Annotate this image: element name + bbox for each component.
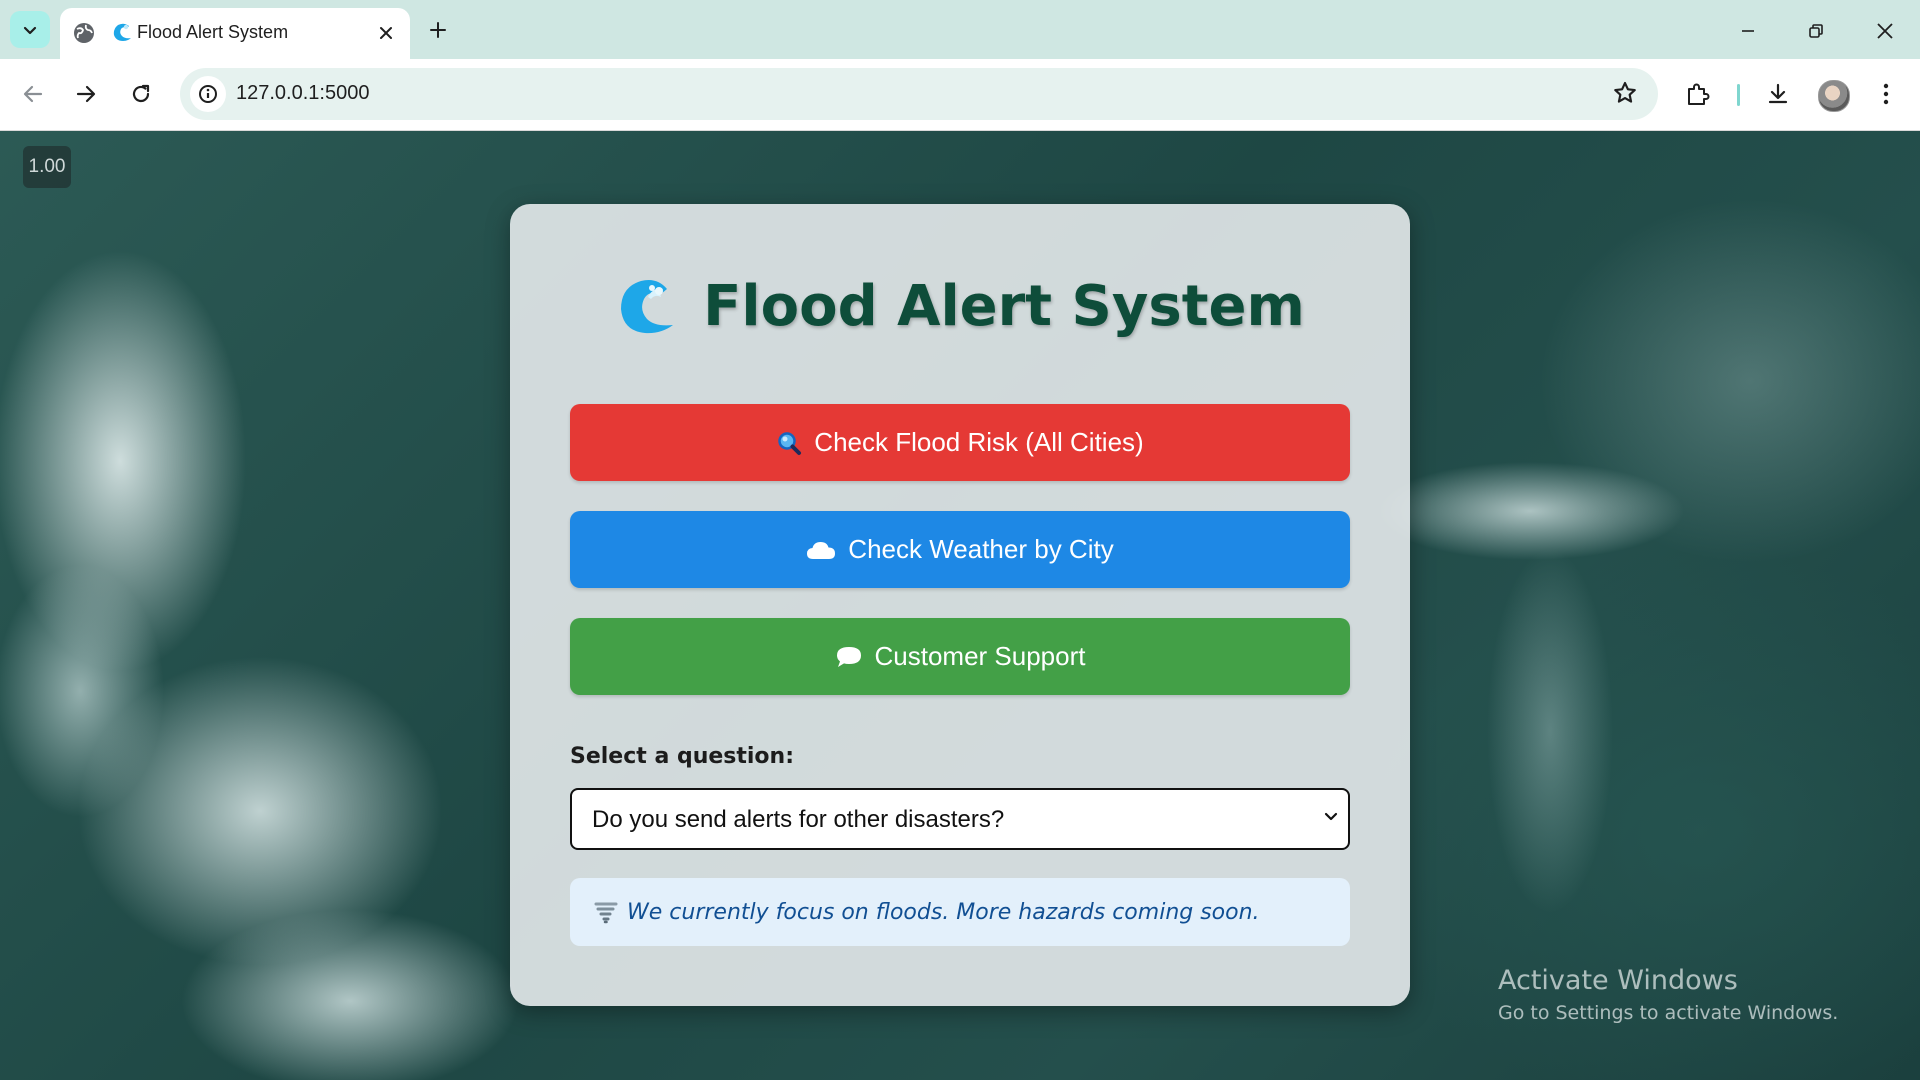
browser-window: Flood Alert System 127.0.0.1:5000 1.00 F… <box>0 0 1920 1080</box>
extensions-icon <box>1688 83 1710 105</box>
window-close-button[interactable] <box>1868 14 1902 48</box>
speech-bubble-icon <box>836 646 861 667</box>
chevron-down-icon <box>1324 812 1338 821</box>
activate-windows-watermark: Activate Windows Go to Settings to activ… <box>1498 965 1838 1024</box>
tab-search-button[interactable] <box>10 11 50 48</box>
cloud-icon <box>807 541 836 559</box>
minimize-button[interactable] <box>1731 14 1765 48</box>
magnifier-icon <box>778 431 802 455</box>
tab-search-icon <box>23 26 37 34</box>
download-icon <box>1768 83 1788 104</box>
page-viewport: 1.00 Flood Alert System Check Flood Risk… <box>0 131 1920 1080</box>
tab-close-button[interactable] <box>373 20 399 46</box>
title-row: Flood Alert System <box>510 274 1410 339</box>
tab-flood-alert[interactable]: Flood Alert System <box>60 8 410 59</box>
check-flood-risk-button[interactable]: Check Flood Risk (All Cities) <box>570 404 1350 481</box>
restore-icon <box>1809 24 1823 38</box>
menu-icon <box>1883 83 1889 105</box>
back-button[interactable] <box>15 76 51 112</box>
toolbar-separator <box>1737 84 1740 106</box>
globe-icon <box>74 23 94 43</box>
activate-windows-title: Activate Windows <box>1498 965 1738 996</box>
main-card: Flood Alert System Check Flood Risk (All… <box>510 204 1410 1006</box>
answer-box: We currently focus on floods. More hazar… <box>570 878 1350 946</box>
browser-menu-button[interactable] <box>1868 76 1904 112</box>
new-tab-button[interactable] <box>424 16 452 44</box>
tab-strip: Flood Alert System <box>0 0 1920 59</box>
check-flood-risk-label: Check Flood Risk (All Cities) <box>814 427 1144 457</box>
forward-icon <box>76 85 96 103</box>
page-title: Flood Alert System <box>703 274 1305 339</box>
zoom-badge: 1.00 <box>23 146 71 188</box>
customer-support-label: Customer Support <box>874 641 1086 671</box>
browser-toolbar: 127.0.0.1:5000 <box>0 59 1920 131</box>
url-text[interactable]: 127.0.0.1:5000 <box>236 82 369 105</box>
wave-icon <box>621 279 674 333</box>
downloads-button[interactable] <box>1760 76 1796 112</box>
activate-windows-subtitle: Go to Settings to activate Windows. <box>1498 1002 1839 1024</box>
tornado-icon <box>594 902 618 924</box>
restore-button[interactable] <box>1799 14 1833 48</box>
back-icon <box>23 85 43 103</box>
star-icon[interactable] <box>1612 80 1638 106</box>
question-select-value: Do you send alerts for other disasters? <box>592 806 1005 833</box>
extensions-button[interactable] <box>1680 76 1716 112</box>
minimize-icon <box>1742 30 1754 32</box>
check-weather-button[interactable]: Check Weather by City <box>570 511 1350 588</box>
reload-button[interactable] <box>123 76 159 112</box>
answer-text: We currently focus on floods. More hazar… <box>627 900 1260 925</box>
address-bar[interactable]: 127.0.0.1:5000 <box>180 68 1658 120</box>
close-icon <box>1877 23 1893 39</box>
question-select[interactable]: Do you send alerts for other disasters? <box>570 788 1350 850</box>
plus-icon <box>430 22 446 38</box>
forward-button[interactable] <box>68 76 104 112</box>
reload-icon <box>132 84 150 103</box>
site-info-button[interactable] <box>190 76 226 112</box>
wave-favicon-icon <box>113 23 131 41</box>
check-weather-label: Check Weather by City <box>848 534 1114 564</box>
tab-title: Flood Alert System <box>137 22 289 42</box>
close-icon <box>380 27 392 39</box>
profile-avatar[interactable] <box>1818 80 1850 112</box>
info-icon <box>199 85 217 103</box>
customer-support-button[interactable]: Customer Support <box>570 618 1350 695</box>
select-question-label: Select a question: <box>570 744 795 769</box>
